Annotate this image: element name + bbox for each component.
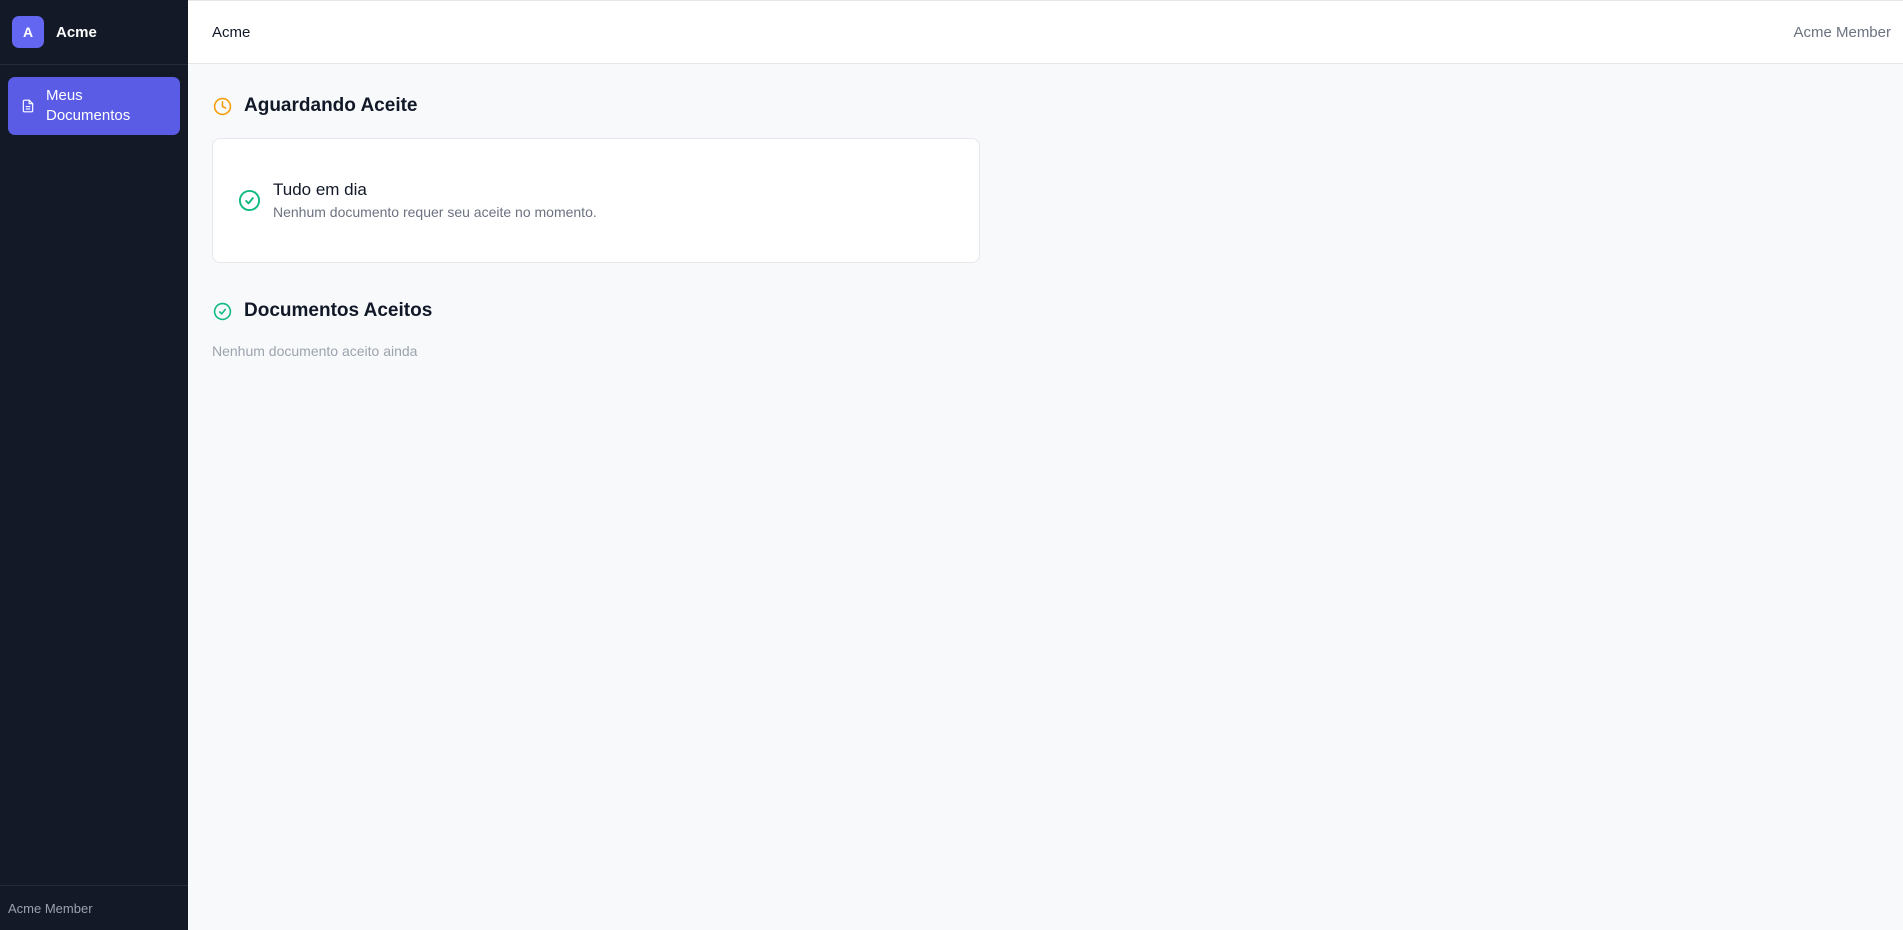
accepted-section-title: Documentos Aceitos [244, 300, 433, 321]
sidebar-item-meus-documentos[interactable]: Meus Documentos [8, 77, 180, 135]
sidebar-footer-user: Acme Member [0, 885, 188, 930]
pending-empty-text: Tudo em dia Nenhum documento requer seu … [273, 179, 597, 222]
sidebar-nav: Meus Documentos [0, 65, 188, 885]
pending-empty-subtitle: Nenhum documento requer seu aceite no mo… [273, 204, 597, 220]
main-area: Acme Acme Member Aguardando Aceite Tudo … [188, 0, 1903, 930]
accepted-empty-text: Nenhum documento aceito ainda [212, 343, 418, 359]
sidebar-item-label: Meus Documentos [46, 87, 131, 124]
topbar: Acme Acme Member [188, 0, 1903, 64]
pending-empty-title: Tudo em dia [273, 180, 367, 199]
topbar-title: Acme [212, 23, 251, 41]
pending-section-title: Aguardando Aceite [244, 95, 418, 116]
brand-avatar: A [12, 16, 44, 48]
clock-icon [212, 96, 232, 116]
accepted-section-header: Documentos Aceitos [212, 297, 1879, 325]
content: Aguardando Aceite Tudo em dia Nenhum doc… [188, 64, 1903, 387]
brand: A Acme [0, 0, 188, 65]
check-circle-icon [212, 301, 232, 321]
sidebar: A Acme Meus Documentos Acme Member [0, 0, 188, 930]
brand-name: Acme [56, 23, 97, 41]
pending-section-header: Aguardando Aceite [212, 92, 1879, 120]
document-icon [20, 98, 36, 114]
check-circle-icon [237, 189, 261, 213]
pending-empty-card: Tudo em dia Nenhum documento requer seu … [212, 138, 980, 263]
topbar-user-menu[interactable]: Acme Member [1793, 24, 1891, 41]
app-root: A Acme Meus Documentos Acme Member Acme [0, 0, 1903, 930]
